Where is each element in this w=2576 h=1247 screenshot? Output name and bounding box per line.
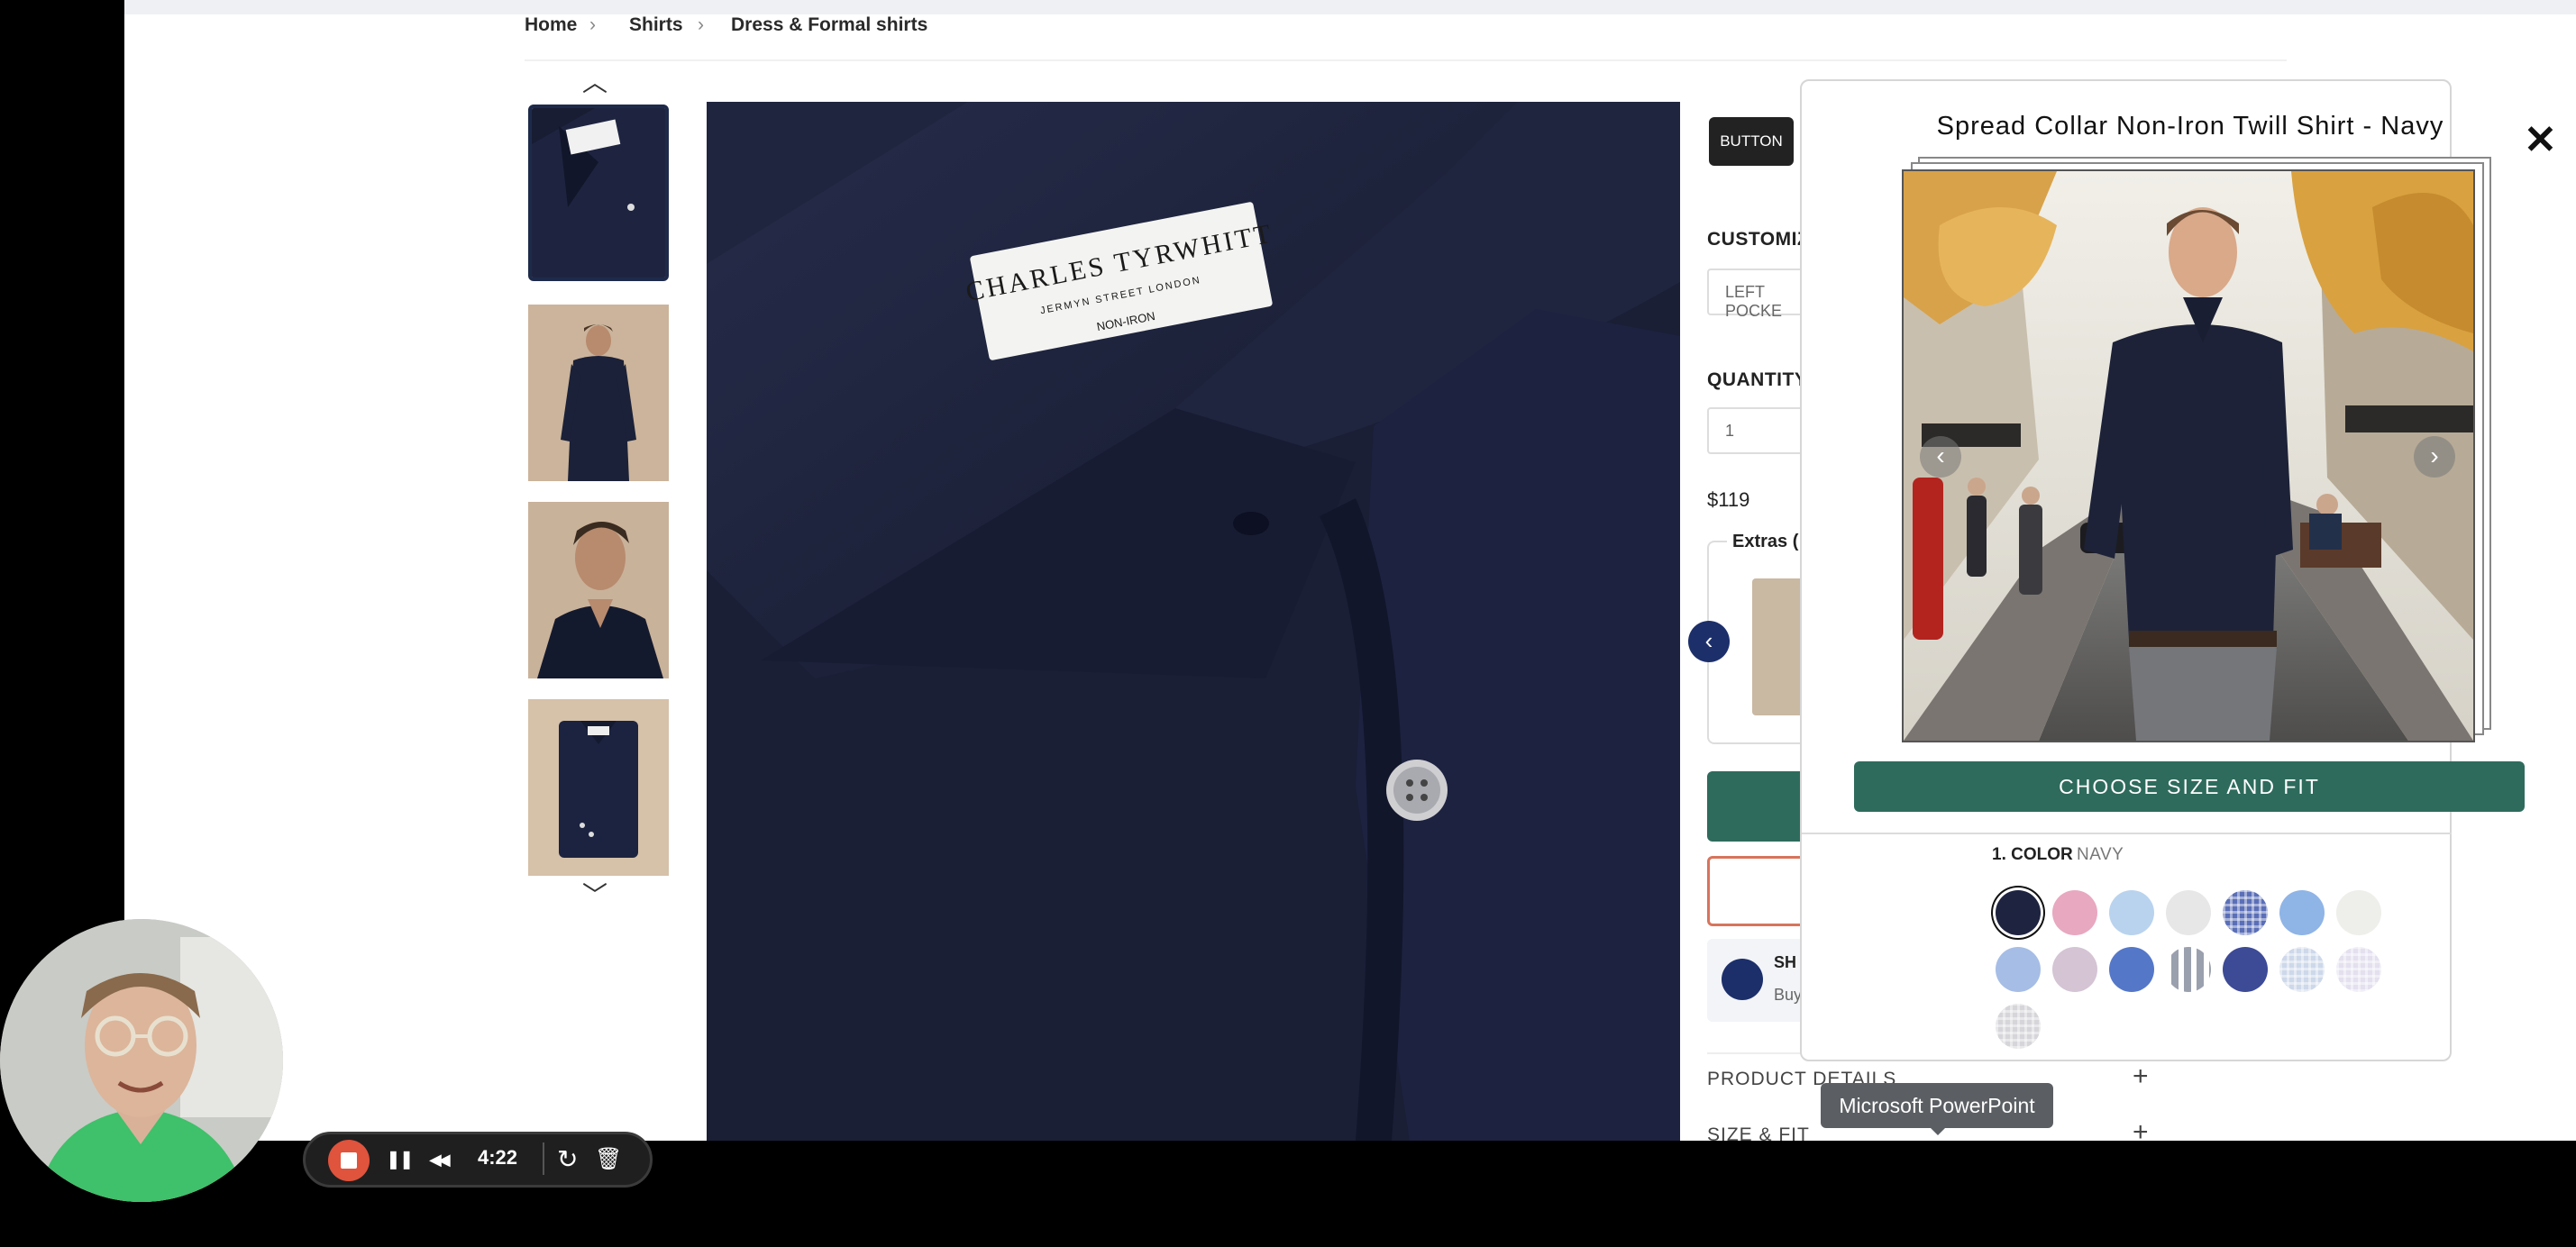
trash-icon[interactable]: 🗑	[595, 1144, 622, 1175]
color-swatch-sky-blue[interactable]	[2279, 890, 2325, 935]
thumbnail-model-full[interactable]	[528, 305, 669, 481]
color-swatch-lilac[interactable]	[2052, 947, 2097, 992]
shipping-title: SH	[1774, 953, 1797, 971]
color-swatch-light-blue-check[interactable]	[2279, 947, 2325, 992]
color-value: NAVY	[2077, 845, 2124, 864]
pause-icon[interactable]: ❚❚	[386, 1144, 414, 1175]
quantity-input[interactable]: 1	[1707, 407, 1815, 454]
plus-icon[interactable]: +	[2133, 1061, 2149, 1092]
rewind-icon[interactable]: ◀◀	[429, 1144, 451, 1175]
main-product-image: CHARLES TYRWHITT JERMYN STREET LONDON NO…	[707, 102, 1680, 1141]
color-swatch-blue-check[interactable]	[2223, 890, 2268, 935]
extras-item-image[interactable]	[1752, 578, 1806, 715]
color-swatch-royal-navy[interactable]	[2223, 947, 2268, 992]
modal-title: Spread Collar Non-Iron Twill Shirt - Nav…	[1936, 112, 2444, 141]
color-swatch-grey-check[interactable]	[1996, 1004, 2041, 1049]
thumbnail-shirt-folded[interactable]	[528, 699, 669, 876]
modal-product-image	[1902, 169, 2475, 742]
plus-icon[interactable]: +	[2133, 1117, 2149, 1141]
recording-time: 4:22	[478, 1146, 518, 1169]
thumbnail-collar[interactable]	[528, 105, 669, 281]
breadcrumb-separator: ›	[589, 14, 596, 35]
color-swatch-mid-blue[interactable]	[2109, 947, 2154, 992]
color-swatch-lavender-check[interactable]	[2336, 947, 2381, 992]
color-label: 1. COLOR	[1992, 845, 2073, 864]
breadcrumb-dress-formal[interactable]: Dress & Formal shirts	[731, 14, 927, 36]
color-swatch-white[interactable]	[2166, 890, 2211, 935]
extras-label: Extras (	[1727, 532, 1804, 552]
button-tag[interactable]: BUTTON	[1709, 117, 1794, 166]
color-swatch-off-white[interactable]	[2336, 890, 2381, 935]
thumbs-down-icon[interactable]: ﹀	[582, 876, 607, 912]
customize-label: CUSTOMIZ	[1707, 229, 1810, 250]
modal-next-icon[interactable]: ›	[2414, 436, 2455, 478]
thumbs-up-icon[interactable]: ︿	[582, 63, 607, 99]
customize-select[interactable]: LEFT POCKE	[1707, 269, 1815, 320]
shipping-subtitle: Buy	[1774, 986, 1803, 1004]
color-swatch-cornflower[interactable]	[1996, 947, 2041, 992]
modal-prev-icon[interactable]: ‹	[1920, 436, 1961, 478]
tooltip-arrow	[1929, 1126, 1947, 1135]
extras-prev-icon[interactable]: ‹	[1688, 621, 1730, 662]
stop-icon	[341, 1152, 357, 1169]
close-icon[interactable]: ✕	[2524, 121, 2557, 160]
restart-icon[interactable]: ↻	[557, 1144, 578, 1175]
shirt-icon	[1722, 959, 1763, 1000]
color-swatch-pink[interactable]	[2052, 890, 2097, 935]
choose-size-fit-button[interactable]: CHOOSE SIZE AND FIT	[1854, 761, 2525, 812]
color-swatch-light-blue[interactable]	[2109, 890, 2154, 935]
webcam-bubble[interactable]	[0, 919, 283, 1202]
price: $119	[1707, 488, 1750, 511]
color-swatch-grey-stripe[interactable]	[2166, 947, 2211, 992]
breadcrumb-home[interactable]: Home	[525, 14, 577, 36]
breadcrumb-separator: ›	[698, 14, 704, 35]
color-swatch-navy[interactable]	[1996, 890, 2041, 935]
divider	[543, 1142, 544, 1175]
app-tooltip: Microsoft PowerPoint	[1821, 1083, 2053, 1128]
divider	[1802, 833, 2452, 834]
accordion-size-fit[interactable]: SIZE & FIT	[1707, 1124, 1810, 1141]
breadcrumb-shirts[interactable]: Shirts	[629, 14, 683, 36]
divider	[525, 59, 2287, 61]
quantity-label: QUANTITY	[1707, 369, 1808, 390]
thumbnail-model-portrait[interactable]	[528, 502, 669, 678]
top-strip	[124, 0, 2576, 14]
